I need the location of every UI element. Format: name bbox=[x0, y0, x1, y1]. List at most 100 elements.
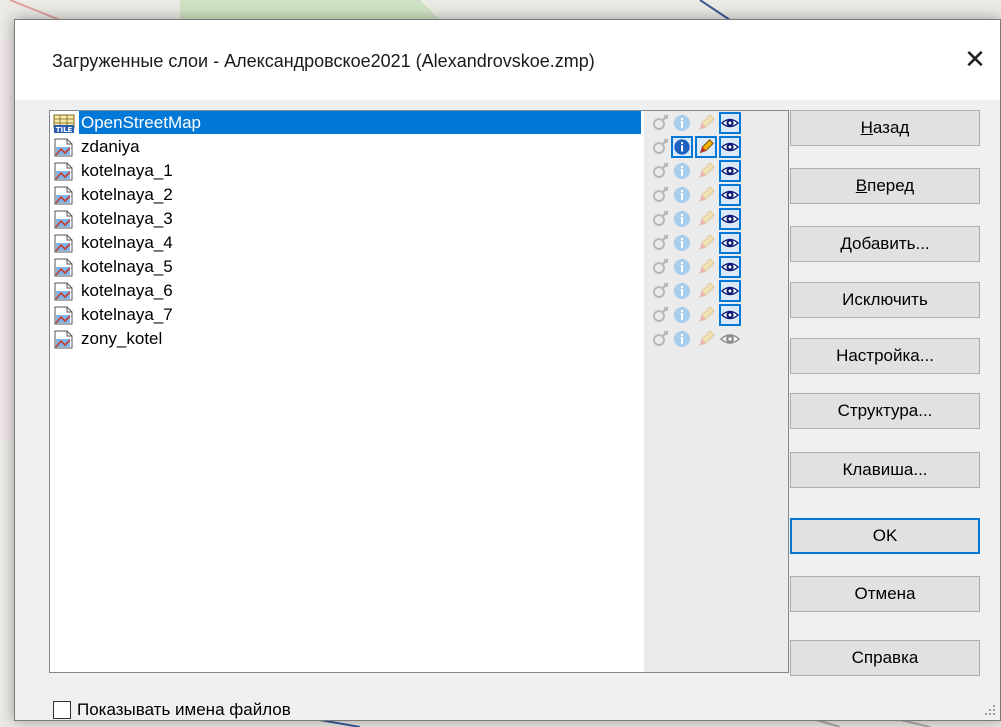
layer-name: kotelnaya_4 bbox=[81, 233, 173, 252]
visibility-toggle-icon[interactable] bbox=[719, 328, 741, 350]
key-button[interactable]: Клавиша... bbox=[790, 452, 980, 488]
vector-layer-icon bbox=[53, 210, 75, 229]
select-toggle-icon[interactable] bbox=[649, 208, 671, 230]
edit-toggle-icon[interactable] bbox=[695, 208, 717, 230]
info-toggle-icon[interactable] bbox=[671, 280, 693, 302]
edit-toggle-icon[interactable] bbox=[695, 256, 717, 278]
layer-row[interactable]: kotelnaya_2 bbox=[50, 183, 788, 207]
info-toggle-icon[interactable] bbox=[671, 328, 693, 350]
select-toggle-icon[interactable] bbox=[649, 184, 671, 206]
layer-row[interactable]: kotelnaya_5 bbox=[50, 255, 788, 279]
info-toggle-icon[interactable] bbox=[671, 112, 693, 134]
exclude-button[interactable]: Исключить bbox=[790, 282, 980, 318]
layers-list[interactable]: TILE OpenStreetMap zdaniya kotelnaya_1kotel… bbox=[49, 110, 789, 673]
select-toggle-icon[interactable] bbox=[649, 136, 671, 158]
layer-name: kotelnaya_1 bbox=[81, 161, 173, 180]
layer-name: kotelnaya_7 bbox=[81, 305, 173, 324]
settings-button-label: Настройка... bbox=[836, 346, 934, 365]
cancel-button[interactable]: Отмена bbox=[790, 576, 980, 612]
exclude-button-label: Исключить bbox=[842, 290, 928, 309]
layer-name: kotelnaya_2 bbox=[81, 185, 173, 204]
resize-grip-icon[interactable] bbox=[982, 702, 996, 716]
edit-toggle-icon[interactable] bbox=[695, 160, 717, 182]
vector-layer-icon bbox=[53, 138, 75, 157]
ok-button-label: OK bbox=[872, 526, 898, 545]
tile-layer-icon: TILE bbox=[53, 114, 75, 134]
select-toggle-icon[interactable] bbox=[649, 328, 671, 350]
select-toggle-icon[interactable] bbox=[649, 304, 671, 326]
select-toggle-icon[interactable] bbox=[649, 280, 671, 302]
edit-toggle-icon[interactable] bbox=[695, 136, 717, 158]
back-button-label: азад bbox=[872, 118, 910, 137]
vector-layer-icon bbox=[53, 258, 75, 277]
layer-row[interactable]: kotelnaya_6 bbox=[50, 279, 788, 303]
info-toggle-icon[interactable] bbox=[671, 184, 693, 206]
forward-button[interactable]: Вперед bbox=[790, 168, 980, 204]
forward-button-mnemonic: В bbox=[855, 176, 868, 195]
vector-layer-icon bbox=[53, 282, 75, 301]
show-filenames-option[interactable]: Показывать имена файлов bbox=[53, 698, 291, 722]
settings-button[interactable]: Настройка... bbox=[790, 338, 980, 374]
visibility-toggle-icon[interactable] bbox=[719, 160, 741, 182]
edit-toggle-icon[interactable] bbox=[695, 184, 717, 206]
close-icon: ✕ bbox=[964, 43, 986, 74]
back-button-mnemonic: Н bbox=[860, 118, 873, 137]
ok-button[interactable]: OK bbox=[790, 518, 980, 554]
info-toggle-icon[interactable] bbox=[671, 256, 693, 278]
layer-name: kotelnaya_6 bbox=[81, 281, 173, 300]
dialog-client-area: TILE OpenStreetMap zdaniya kotelnaya_1kotel… bbox=[15, 100, 1000, 720]
close-button[interactable]: ✕ bbox=[950, 38, 1000, 80]
visibility-toggle-icon[interactable] bbox=[719, 256, 741, 278]
forward-button-label: перед bbox=[867, 176, 915, 195]
vector-layer-icon bbox=[53, 330, 75, 349]
visibility-toggle-icon[interactable] bbox=[719, 304, 741, 326]
vector-layer-icon bbox=[53, 306, 75, 325]
select-toggle-icon[interactable] bbox=[649, 112, 671, 134]
show-filenames-checkbox[interactable] bbox=[53, 701, 71, 719]
structure-button-label: Структура... bbox=[837, 401, 933, 420]
edit-toggle-icon[interactable] bbox=[695, 304, 717, 326]
vector-layer-icon bbox=[53, 162, 75, 181]
info-toggle-icon[interactable] bbox=[671, 232, 693, 254]
layer-name: OpenStreetMap bbox=[79, 111, 641, 134]
info-toggle-icon[interactable] bbox=[671, 136, 693, 158]
visibility-toggle-icon[interactable] bbox=[719, 112, 741, 134]
layer-row[interactable]: kotelnaya_7 bbox=[50, 303, 788, 327]
visibility-toggle-icon[interactable] bbox=[719, 280, 741, 302]
edit-toggle-icon[interactable] bbox=[695, 280, 717, 302]
layer-name: zdaniya bbox=[81, 137, 140, 156]
select-toggle-icon[interactable] bbox=[649, 256, 671, 278]
layer-row[interactable]: TILE OpenStreetMap bbox=[50, 111, 788, 135]
layer-name: kotelnaya_3 bbox=[81, 209, 173, 228]
layer-row[interactable]: zdaniya bbox=[50, 135, 788, 159]
select-toggle-icon[interactable] bbox=[649, 160, 671, 182]
layer-row[interactable]: kotelnaya_4 bbox=[50, 231, 788, 255]
edit-toggle-icon[interactable] bbox=[695, 232, 717, 254]
visibility-toggle-icon[interactable] bbox=[719, 208, 741, 230]
back-button[interactable]: Назад bbox=[790, 110, 980, 146]
add-button[interactable]: Добавить... bbox=[790, 226, 980, 262]
select-toggle-icon[interactable] bbox=[649, 232, 671, 254]
visibility-toggle-icon[interactable] bbox=[719, 184, 741, 206]
help-button-label: Справка bbox=[851, 648, 919, 667]
layer-name: kotelnaya_5 bbox=[81, 257, 173, 276]
info-toggle-icon[interactable] bbox=[671, 160, 693, 182]
structure-button[interactable]: Структура... bbox=[790, 393, 980, 429]
layer-row[interactable]: kotelnaya_3 bbox=[50, 207, 788, 231]
visibility-toggle-icon[interactable] bbox=[719, 232, 741, 254]
layer-row[interactable]: zony_kotel bbox=[50, 327, 788, 351]
info-toggle-icon[interactable] bbox=[671, 208, 693, 230]
layer-row[interactable]: kotelnaya_1 bbox=[50, 159, 788, 183]
dialog-title: Загруженные слои - Александровское2021 (… bbox=[52, 51, 595, 71]
edit-toggle-icon[interactable] bbox=[695, 112, 717, 134]
svg-text:TILE: TILE bbox=[56, 126, 73, 133]
help-button[interactable]: Справка bbox=[790, 640, 980, 676]
edit-toggle-icon[interactable] bbox=[695, 328, 717, 350]
visibility-toggle-icon[interactable] bbox=[719, 136, 741, 158]
vector-layer-icon bbox=[53, 186, 75, 205]
key-button-label: Клавиша... bbox=[842, 460, 928, 479]
cancel-button-label: Отмена bbox=[854, 584, 916, 603]
add-button-label: Добавить... bbox=[840, 234, 930, 253]
show-filenames-label: Показывать имена файлов bbox=[77, 700, 291, 719]
info-toggle-icon[interactable] bbox=[671, 304, 693, 326]
